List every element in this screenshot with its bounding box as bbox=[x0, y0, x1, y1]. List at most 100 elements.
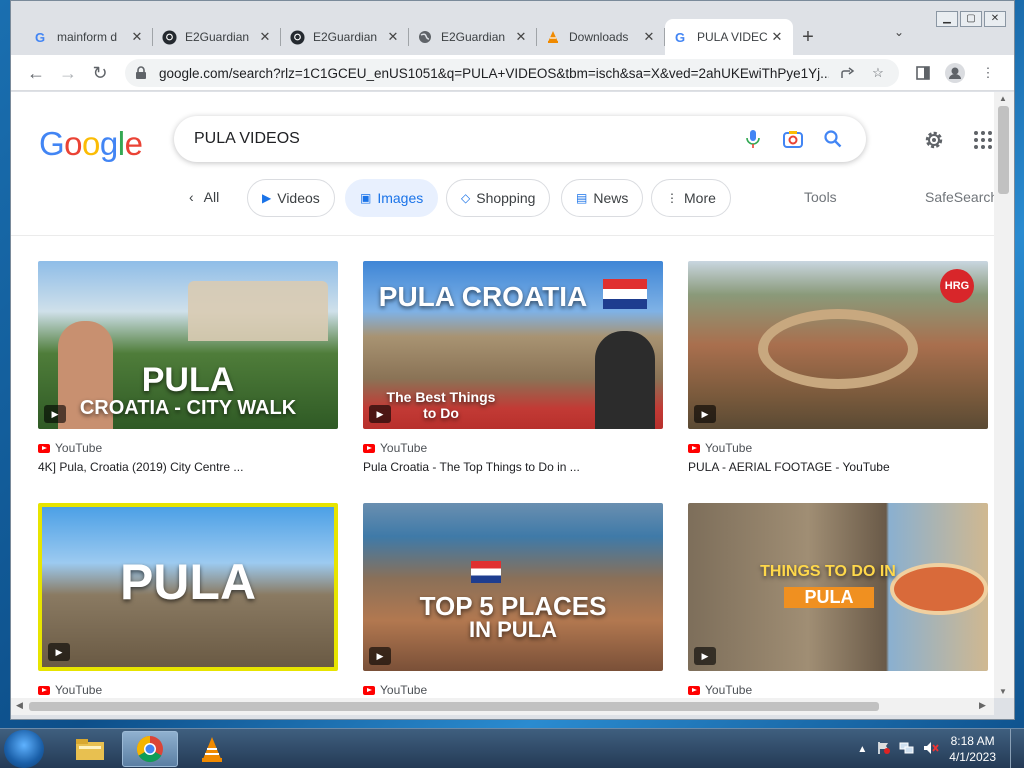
close-window-button[interactable]: ✕ bbox=[984, 11, 1006, 27]
tab-close-icon[interactable]: ✕ bbox=[385, 29, 401, 45]
minimize-button[interactable]: ▁ bbox=[936, 11, 958, 27]
system-tray: ▲ 8:18 AM 4/1/2023 bbox=[857, 729, 1024, 768]
github-icon bbox=[289, 29, 305, 45]
thumbnail-caption: THINGS TO DO IN bbox=[760, 563, 896, 580]
forward-arrow-icon[interactable]: → bbox=[57, 62, 79, 84]
result-card[interactable]: TOP 5 PLACES IN PULA ▶ YouTube bbox=[363, 503, 663, 697]
scrollbar-thumb[interactable] bbox=[998, 106, 1009, 194]
google-favicon-icon: G bbox=[33, 29, 49, 45]
vlc-icon bbox=[545, 29, 561, 45]
tab-title: Downloads bbox=[569, 30, 629, 44]
scroll-down-arrow-icon[interactable]: ▼ bbox=[999, 687, 1007, 696]
youtube-icon bbox=[363, 685, 375, 695]
bookmark-star-icon[interactable]: ☆ bbox=[867, 62, 889, 84]
tab-downloads[interactable]: Downloads ✕ bbox=[537, 19, 665, 55]
result-thumbnail[interactable]: TOP 5 PLACES IN PULA ▶ bbox=[363, 503, 663, 671]
result-source[interactable]: YouTube bbox=[688, 683, 988, 697]
chrome-taskbar-icon[interactable] bbox=[122, 731, 178, 767]
result-card[interactable]: HRG ▶ YouTube PULA - AERIAL FOOTAGE - Yo… bbox=[688, 261, 988, 474]
volume-muted-icon[interactable] bbox=[923, 741, 939, 758]
scroll-left-arrow-icon[interactable]: ◀ bbox=[16, 700, 23, 711]
play-icon: ▶ bbox=[44, 405, 66, 423]
scroll-right-arrow-icon[interactable]: ▶ bbox=[979, 700, 986, 711]
tab-close-icon[interactable]: ✕ bbox=[641, 29, 657, 45]
menu-kebab-icon[interactable]: ⋮ bbox=[977, 62, 999, 84]
profile-avatar-icon[interactable] bbox=[944, 62, 966, 84]
back-arrow-icon[interactable]: ← bbox=[25, 62, 47, 84]
google-favicon-icon: G bbox=[673, 29, 689, 45]
play-icon: ▶ bbox=[694, 405, 716, 423]
play-icon: ▶ bbox=[369, 405, 391, 423]
thumbnail-caption: PULA bbox=[119, 554, 257, 610]
result-thumbnail[interactable]: PULA CROATIA The Best Things to Do ▶ bbox=[363, 261, 663, 429]
result-source[interactable]: YouTube bbox=[363, 683, 663, 697]
tab-e2guardian-3[interactable]: E2Guardian ✕ bbox=[409, 19, 537, 55]
result-thumbnail[interactable]: HRG ▶ bbox=[688, 261, 988, 429]
clock[interactable]: 8:18 AM 4/1/2023 bbox=[949, 733, 996, 765]
browser-window: G mainform d ✕ E2Guardian ✕ E2Guardian ✕… bbox=[10, 0, 1015, 720]
result-title[interactable]: PULA - AERIAL FOOTAGE - YouTube bbox=[688, 460, 988, 474]
play-icon: ▶ bbox=[694, 647, 716, 665]
tab-close-icon[interactable]: ✕ bbox=[769, 29, 785, 45]
result-title[interactable]: Pula Croatia - The Top Things to Do in .… bbox=[363, 460, 663, 474]
tab-close-icon[interactable]: ✕ bbox=[257, 29, 273, 45]
result-source[interactable]: YouTube bbox=[38, 683, 338, 697]
start-button[interactable] bbox=[4, 730, 44, 768]
url-text[interactable]: google.com/search?rlz=1C1GCEU_enUS1051&q… bbox=[159, 66, 829, 81]
tab-title: E2Guardian bbox=[441, 30, 506, 44]
maximize-button[interactable]: ▢ bbox=[960, 11, 982, 27]
tray-expand-icon[interactable]: ▲ bbox=[857, 744, 867, 755]
youtube-icon bbox=[363, 443, 375, 453]
play-icon: ▶ bbox=[369, 647, 391, 665]
share-icon[interactable] bbox=[837, 62, 859, 84]
result-card[interactable]: PULA ▶ YouTube bbox=[38, 503, 338, 697]
thumbnail-caption: PULA bbox=[784, 587, 874, 608]
tab-mainform[interactable]: G mainform d ✕ bbox=[25, 19, 153, 55]
page-viewport: Google PULA VIDEOS ‹ All ▶ Videos ▣ Images … bbox=[11, 92, 994, 698]
result-source[interactable]: YouTube bbox=[688, 441, 988, 455]
tab-title: PULA VIDEC bbox=[697, 30, 768, 44]
address-bar[interactable]: google.com/search?rlz=1C1GCEU_enUS1051&q… bbox=[125, 59, 899, 87]
result-source[interactable]: YouTube bbox=[363, 441, 663, 455]
vertical-scrollbar[interactable]: ▲ ▼ bbox=[994, 92, 1014, 698]
tab-close-icon[interactable]: ✕ bbox=[129, 29, 145, 45]
show-desktop-button[interactable] bbox=[1010, 729, 1024, 768]
result-card[interactable]: PULA CROATIA The Best Things to Do ▶ You… bbox=[363, 261, 663, 474]
scrollbar-thumb[interactable] bbox=[29, 702, 879, 711]
horizontal-scrollbar[interactable]: ◀ ▶ bbox=[11, 698, 994, 715]
svg-text:G: G bbox=[675, 30, 685, 44]
tab-e2guardian-2[interactable]: E2Guardian ✕ bbox=[281, 19, 409, 55]
lock-icon[interactable] bbox=[135, 66, 149, 80]
tab-close-icon[interactable]: ✕ bbox=[513, 29, 529, 45]
youtube-icon bbox=[38, 443, 50, 453]
result-title[interactable]: 4K] Pula, Croatia (2019) City Centre ... bbox=[38, 460, 338, 474]
youtube-icon bbox=[688, 685, 700, 695]
result-thumbnail[interactable]: THINGS TO DO IN PULA ▶ bbox=[688, 503, 988, 671]
youtube-icon bbox=[38, 685, 50, 695]
thumbnail-caption: The Best Things to Do bbox=[386, 389, 496, 421]
tab-title: mainform d bbox=[57, 30, 118, 44]
reload-icon[interactable]: ↻ bbox=[89, 62, 111, 84]
thumbnail-caption: PULA CROATIA bbox=[378, 281, 588, 312]
result-card[interactable]: THINGS TO DO IN PULA ▶ YouTube bbox=[688, 503, 988, 697]
file-explorer-taskbar-icon[interactable] bbox=[62, 731, 118, 767]
tab-e2guardian-1[interactable]: E2Guardian ✕ bbox=[153, 19, 281, 55]
play-icon: ▶ bbox=[48, 643, 70, 661]
side-panel-icon[interactable] bbox=[912, 62, 934, 84]
github-icon bbox=[161, 29, 177, 45]
vlc-taskbar-icon[interactable] bbox=[184, 731, 240, 767]
tab-list: G mainform d ✕ E2Guardian ✕ E2Guardian ✕… bbox=[25, 19, 823, 55]
new-tab-button[interactable]: + bbox=[793, 19, 823, 55]
globe-icon bbox=[417, 29, 433, 45]
tab-title: E2Guardian bbox=[185, 30, 250, 44]
tab-pula-videos[interactable]: G PULA VIDEC ✕ bbox=[665, 19, 793, 55]
result-thumbnail[interactable]: PULA CROATIA - CITY WALK ▶ bbox=[38, 261, 338, 429]
action-center-flag-icon[interactable] bbox=[877, 741, 891, 758]
thumbnail-caption: IN PULA bbox=[469, 617, 557, 642]
network-icon[interactable] bbox=[899, 741, 915, 758]
scroll-up-arrow-icon[interactable]: ▲ bbox=[999, 94, 1007, 103]
result-card[interactable]: PULA CROATIA - CITY WALK ▶ YouTube 4K] P… bbox=[38, 261, 338, 474]
result-thumbnail[interactable]: PULA ▶ bbox=[38, 503, 338, 671]
tab-search-chevron-icon[interactable]: ⌄ bbox=[894, 25, 904, 39]
result-source[interactable]: YouTube bbox=[38, 441, 338, 455]
